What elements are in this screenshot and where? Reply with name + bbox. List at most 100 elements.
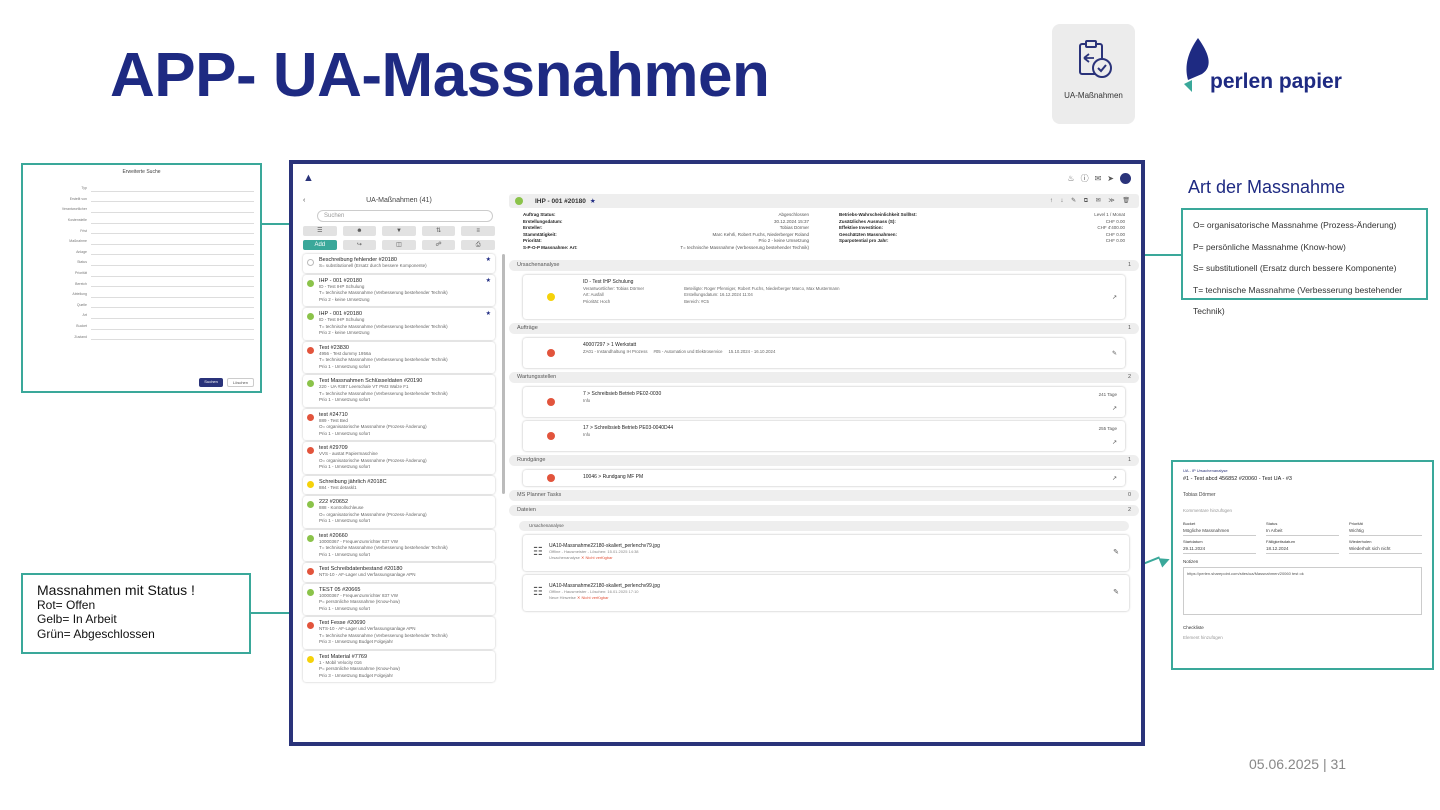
form-row: Erstellt von	[29, 194, 254, 205]
form-field-input[interactable]	[91, 195, 254, 203]
form-field-label: Status	[77, 260, 87, 265]
measure-card[interactable]: Test Massnahmen Schlüsseldaten #20190 220…	[303, 375, 495, 407]
print-button[interactable]: ⎙	[461, 240, 495, 250]
user-filter-button[interactable]: ☻	[342, 226, 377, 236]
meta-value: Prio 2 - keine Umsetzung	[758, 238, 809, 244]
filter-button[interactable]: ☰	[303, 226, 337, 236]
favorite-star-icon[interactable]: ★	[486, 256, 491, 263]
section-wartung[interactable]: Wartungsstellen 2	[509, 371, 1139, 383]
measure-card[interactable]: 222 #20652 888 - Kontrollschleuse O= organ…	[303, 496, 495, 528]
export-button[interactable]: ◫	[382, 240, 416, 250]
measure-card[interactable]: Test Schreibdatenbestand #20180 NTS-10 - …	[303, 563, 495, 582]
task-field-value[interactable]: 18.12.2024	[1266, 544, 1339, 554]
wartung-card[interactable]: 17 > Schreibsieb Betrieb PE03-0040D44 Inf…	[523, 420, 1125, 451]
wartung-card[interactable]: 7 > Schreibsieb Betrieb PE02-0030 Info 241…	[523, 386, 1125, 417]
list-search-input[interactable]: Suchen	[317, 210, 493, 222]
form-field-input[interactable]	[91, 217, 254, 224]
file-card[interactable]: ☷ UA10-Massnahme22180-skaliert_perlenchv7…	[523, 535, 1129, 571]
form-field-input[interactable]	[91, 238, 254, 245]
user-avatar[interactable]	[1120, 172, 1131, 184]
task-checklist-add[interactable]: Element hinzufügen	[1183, 635, 1422, 640]
measure-card[interactable]: test #24710 889 - Test Bed O= organisatori…	[303, 408, 495, 440]
form-field-input[interactable]	[91, 248, 254, 256]
edit-icon[interactable]: ✎	[1112, 350, 1117, 357]
list-scrollbar[interactable]	[502, 254, 505, 494]
open-link-icon[interactable]: ↗	[1112, 475, 1117, 482]
open-link-icon[interactable]: ↗	[1112, 294, 1117, 301]
back-icon[interactable]: ‹	[303, 194, 305, 208]
add-button[interactable]: Add	[303, 240, 337, 250]
sort-button[interactable]: ⇅	[421, 226, 456, 236]
import-button[interactable]: ↪	[342, 240, 377, 250]
measure-card[interactable]: test #20660 10000367 - Frequenzumrichter …	[303, 529, 495, 561]
auftrag-card[interactable]: 40007297 > 1 Werkstatt ZA01 - Instandhal…	[523, 337, 1125, 368]
help-icon[interactable]: ⓘ	[1081, 173, 1089, 184]
slide-footer: 05.06.2025 | 31	[1249, 756, 1347, 772]
form-field-input[interactable]	[91, 259, 254, 266]
task-comment-input[interactable]: Kommentare hinzufügen	[1183, 508, 1422, 513]
link-button[interactable]: ☍	[421, 240, 456, 250]
form-field-input[interactable]	[91, 185, 254, 192]
art-row-t: T= technische Massnahme (Verbesserung be…	[1193, 284, 1403, 317]
search-form-callout: Erweiterte Suche Typ Erstellt von Verantwo…	[21, 163, 262, 393]
measure-card[interactable]: ★ IHP - 001 #20180 ID - Test IHP Schulung T…	[303, 308, 495, 340]
notification-icon[interactable]: ♨	[1067, 174, 1074, 183]
search-form: Erweiterte Suche Typ Erstellt von Verantwo…	[23, 165, 260, 346]
form-field-input[interactable]	[91, 323, 254, 330]
measure-card[interactable]: TEST 05 #20665 10000367 - Frequenzumricht…	[303, 583, 495, 615]
task-field-value[interactable]: In Arbeit	[1266, 526, 1339, 536]
ursache-card[interactable]: ID - Test IHP Schulung Verantwortlicher:…	[523, 274, 1125, 319]
favorite-star-icon[interactable]: ★	[486, 310, 491, 317]
section-ursachenanalyse[interactable]: Ursachenanalyse 1	[509, 259, 1139, 271]
section-rundgang[interactable]: Rundgänge 1	[509, 454, 1139, 466]
form-field-input[interactable]	[91, 227, 254, 235]
measure-card[interactable]: ★ IHP - 001 #20180 ID - Test IHP Schulung T…	[303, 274, 495, 306]
form-field-input[interactable]	[91, 206, 254, 213]
dateien-subsection[interactable]: Ursachenanalyse	[519, 520, 1129, 531]
meta-value: T= technische Massnahme (Verbesserung be…	[680, 244, 809, 250]
meta-label: Sparpotential pro Jahr:	[839, 238, 889, 244]
section-dateien[interactable]: Dateien 2	[509, 504, 1139, 516]
section-planner[interactable]: MS Planner Tasks 0	[509, 489, 1139, 501]
detail-actions[interactable]: ↑ ↓ ✎ ⧉ ✉ ≫ 🗑	[1050, 197, 1133, 205]
edit-icon[interactable]: ✎	[1113, 548, 1119, 556]
measure-detail-line: Prio 1 - Umsetzung sofort	[319, 518, 371, 523]
form-field-input[interactable]	[91, 280, 254, 288]
task-field-value[interactable]: Wiederholt sich nicht	[1349, 544, 1422, 554]
favorite-star-icon[interactable]: ★	[486, 277, 491, 284]
reset-button[interactable]: Löschen	[226, 378, 254, 387]
file-card[interactable]: ☷ UA10-Massnahme22180-skaliert_perlenchv9…	[523, 575, 1129, 611]
task-notes-field[interactable]: https://perlen.sharepoint.com/sites/ua/M…	[1183, 567, 1422, 615]
open-link-icon[interactable]: ↗	[1112, 439, 1117, 446]
measure-card[interactable]: Test Material #7769 1 - Mobil Velocity 01…	[303, 650, 495, 682]
action-toolbar: Add ↪ ◫ ☍ ⎙	[299, 238, 499, 252]
rundgang-card[interactable]: 10046 > Rundgang MF PM ↗	[523, 469, 1125, 486]
form-field-label: Art	[82, 313, 87, 318]
section-auftraege[interactable]: Aufträge 1	[509, 322, 1139, 334]
form-field-input[interactable]	[91, 312, 254, 319]
task-field-value[interactable]: 29.11.2024	[1183, 544, 1256, 554]
form-field-input[interactable]	[91, 291, 254, 298]
task-title: #1 - Test abcd 456852 #20060 - Test UA -…	[1183, 476, 1292, 482]
funnel-button[interactable]: ▼	[382, 226, 416, 236]
measure-card[interactable]: ★ Beschreibung fehlender #20180 S= substit…	[303, 254, 495, 273]
measure-card[interactable]: Test #23830 4956 - Test dummy 1956a T= tec…	[303, 341, 495, 373]
send-icon[interactable]: ➤	[1107, 174, 1114, 183]
open-link-icon[interactable]: ↗	[1112, 405, 1117, 412]
inbox-icon[interactable]: ✉	[1095, 174, 1102, 183]
task-field-value[interactable]: Mögliche Massnahmen	[1183, 526, 1256, 536]
task-field: Status In Arbeit	[1266, 521, 1339, 539]
form-field-input[interactable]	[91, 333, 254, 341]
favorite-star-icon[interactable]: ★	[590, 197, 596, 205]
measure-card[interactable]: Test Fesse #20690 NTS-10 - AF-Lager und V…	[303, 617, 495, 649]
form-field-input[interactable]	[91, 301, 254, 309]
task-field-value[interactable]: Wichtig	[1349, 526, 1422, 536]
status-dot	[307, 622, 314, 629]
group-button[interactable]: ≡	[461, 226, 495, 236]
edit-icon[interactable]: ✎	[1113, 588, 1119, 596]
search-button[interactable]: Suchen	[199, 378, 223, 387]
form-row: Anlage	[29, 247, 254, 258]
measure-card[interactable]: Schreibung jährlich #2018C 884 - Test det…	[303, 475, 495, 494]
measure-card[interactable]: test #29709 VVS - austat Papiermaschine O=…	[303, 442, 495, 474]
form-field-input[interactable]	[91, 270, 254, 277]
